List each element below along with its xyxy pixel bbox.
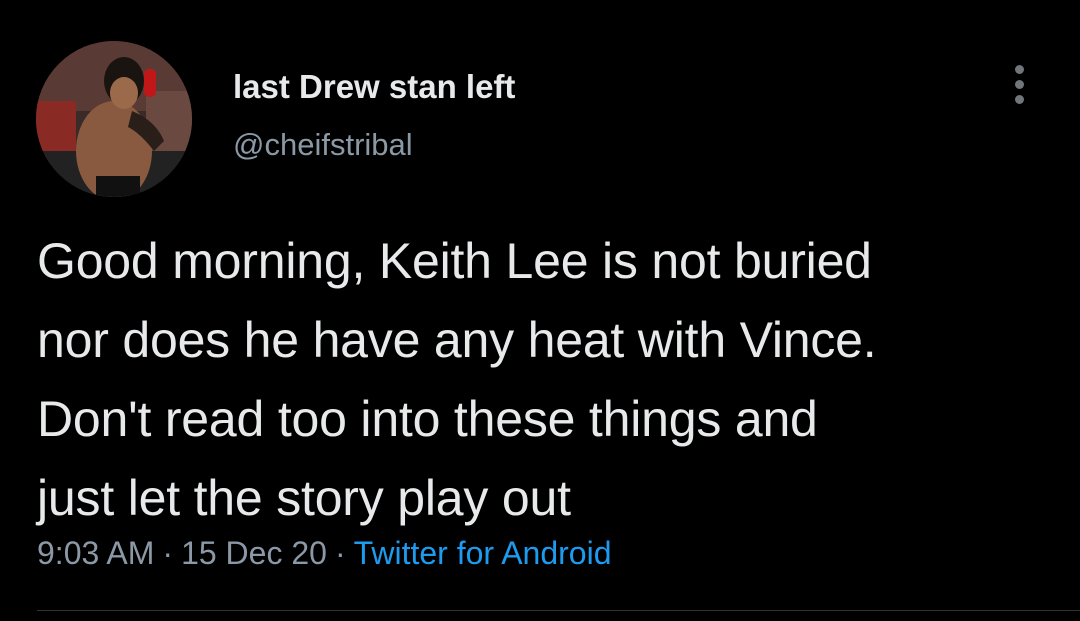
tweet-text-line: nor does he have any heat with Vince. bbox=[37, 312, 877, 368]
tweet-time[interactable]: 9:03 AM bbox=[37, 535, 154, 571]
avatar[interactable] bbox=[36, 41, 192, 197]
tweet-text-line: Good morning, Keith Lee is not buried bbox=[37, 233, 872, 289]
meta-separator: · bbox=[334, 535, 346, 571]
wrestler-profile-photo bbox=[36, 41, 192, 197]
more-horizontal-icon bbox=[1015, 95, 1024, 104]
more-options-button[interactable] bbox=[1000, 64, 1040, 104]
meta-separator: · bbox=[162, 535, 174, 571]
user-handle[interactable]: @cheifstribal bbox=[233, 127, 413, 163]
tweet-text-line: Don't read too into these things and bbox=[37, 391, 818, 447]
tweet-metadata: 9:03 AM · 15 Dec 20 · Twitter for Android bbox=[37, 535, 611, 572]
tweet-text-line: just let the story play out bbox=[37, 470, 571, 526]
tweet-date[interactable]: 15 Dec 20 bbox=[181, 535, 327, 571]
tweet-source-link[interactable]: Twitter for Android bbox=[354, 535, 612, 571]
tweet-detail: last Drew stan left @cheifstribal Good m… bbox=[0, 0, 1080, 621]
more-horizontal-icon bbox=[1015, 80, 1024, 89]
display-name[interactable]: last Drew stan left bbox=[233, 68, 515, 106]
more-horizontal-icon bbox=[1015, 65, 1024, 74]
divider bbox=[37, 610, 1080, 611]
tweet-text: Good morning, Keith Lee is not buried no… bbox=[37, 222, 1047, 538]
